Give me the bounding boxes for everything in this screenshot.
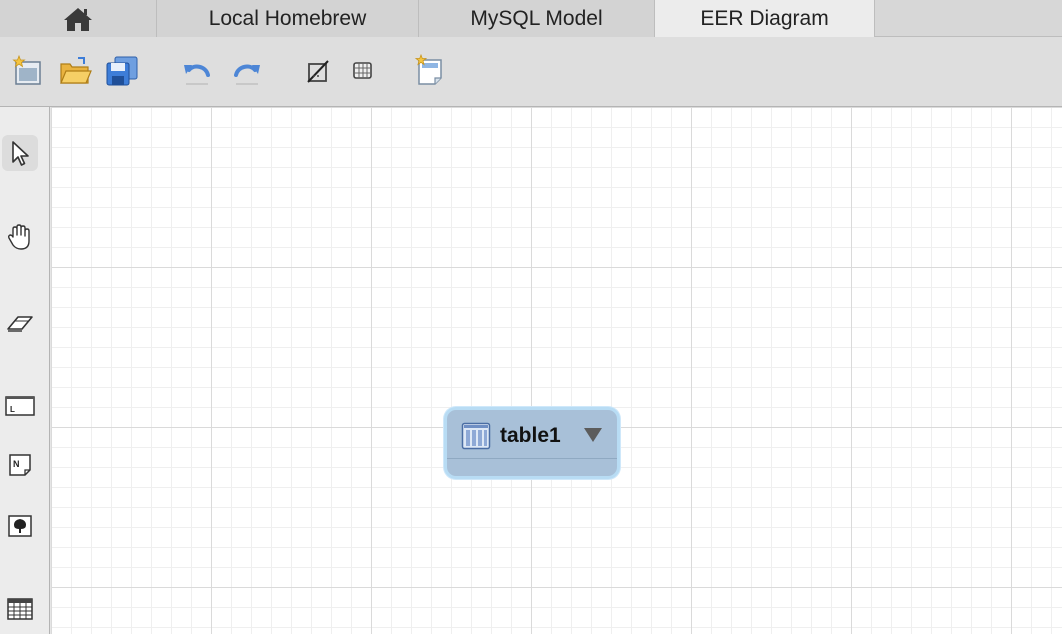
hand-icon <box>7 224 30 250</box>
note-tool[interactable]: N <box>2 447 38 483</box>
table-name: table1 <box>500 424 561 447</box>
layer-icon: L <box>5 396 35 416</box>
redo-icon <box>234 64 260 85</box>
image-icon <box>8 515 32 537</box>
svg-text:N: N <box>13 459 20 469</box>
table-tool[interactable] <box>2 591 38 627</box>
save-button[interactable] <box>104 53 140 89</box>
open-button[interactable] <box>57 53 93 89</box>
tab-label: EER Diagram <box>700 6 829 30</box>
tab-local-homebrew[interactable]: Local Homebrew <box>157 0 419 37</box>
image-tool[interactable] <box>2 508 38 544</box>
undo-icon <box>184 64 210 85</box>
align-grid-button[interactable] <box>345 53 381 89</box>
save-icon <box>106 56 138 86</box>
table-figure-header[interactable]: table1 <box>447 410 617 459</box>
layer-tool[interactable]: L <box>2 388 38 424</box>
align-grid-icon <box>353 62 372 79</box>
diagram-canvas[interactable] <box>51 107 1062 634</box>
home-icon <box>64 7 92 31</box>
tab-label: MySQL Model <box>470 6 603 30</box>
table-icon <box>7 598 33 620</box>
svg-text:L: L <box>10 405 15 414</box>
undo-button[interactable] <box>179 53 215 89</box>
new-diagram-icon <box>414 54 442 85</box>
toggle-grid-button[interactable] <box>300 53 336 89</box>
tab-label: Local Homebrew <box>208 6 367 30</box>
tab-bar: Local Homebrew MySQL Model EER Diagram <box>0 0 1062 37</box>
table-icon <box>461 422 491 450</box>
toggle-grid-icon <box>307 60 329 83</box>
new-document-button[interactable] <box>9 53 45 89</box>
hand-tool[interactable] <box>2 219 38 255</box>
tab-eer-diagram[interactable]: EER Diagram <box>655 0 875 37</box>
table-figure[interactable]: table1 <box>444 407 620 479</box>
note-icon: N <box>9 454 31 476</box>
pointer-icon <box>12 141 29 166</box>
tab-home[interactable] <box>0 0 157 37</box>
tool-palette: L N <box>0 107 50 634</box>
expand-triangle-icon[interactable] <box>583 427 603 443</box>
toolbar <box>0 37 1062 107</box>
tab-mysql-model[interactable]: MySQL Model <box>419 0 655 37</box>
new-diagram-button[interactable] <box>412 53 448 89</box>
eraser-tool[interactable] <box>2 305 38 341</box>
eraser-icon <box>7 316 33 332</box>
pointer-tool[interactable] <box>2 135 38 171</box>
new-document-icon <box>12 54 41 85</box>
redo-button[interactable] <box>229 53 265 89</box>
open-folder-icon <box>60 57 92 84</box>
